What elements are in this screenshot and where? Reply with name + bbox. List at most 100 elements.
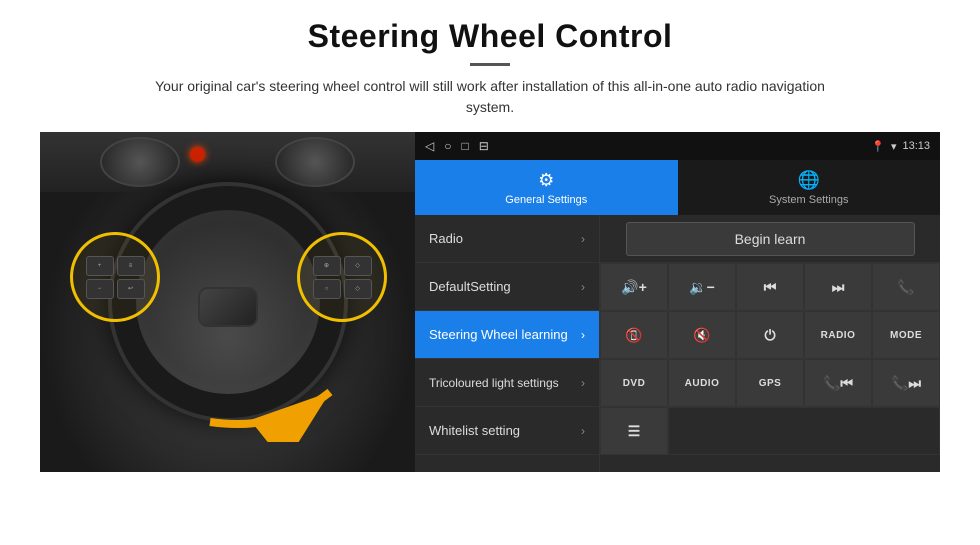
page-wrapper: Steering Wheel Control Your original car… — [0, 0, 980, 545]
mini-btn-1: + — [86, 256, 114, 276]
wifi-icon: ▾ — [891, 140, 897, 153]
menu-label-whitelist: Whitelist setting — [429, 423, 520, 438]
mini-btn-5: ⊕ — [313, 256, 341, 276]
begin-learn-row: Begin learn — [600, 215, 940, 263]
audio-label: AUDIO — [685, 378, 720, 389]
mini-btn-4: ↩ — [117, 279, 145, 299]
menu-label-steering: Steering Wheel learning — [429, 327, 568, 342]
control-grid-row3: DVD AUDIO GPS 📞⏮ 📞⏭ — [600, 359, 940, 407]
home-icon[interactable]: ○ — [444, 139, 451, 153]
tel-prev-button[interactable]: 📞⏮ — [804, 359, 872, 407]
control-grid-row1: 🔊+ 🔉− ⏮ ⏭ 📞 — [600, 263, 940, 311]
status-time: 13:13 — [902, 140, 930, 152]
mini-btn-3: − — [86, 279, 114, 299]
recent-icon[interactable]: □ — [461, 139, 468, 153]
mute-button[interactable]: 🔇 — [668, 311, 736, 359]
steering-hub — [198, 287, 258, 327]
audio-button[interactable]: AUDIO — [668, 359, 736, 407]
menu-label-default: DefaultSetting — [429, 279, 511, 294]
gauge-left — [100, 137, 180, 187]
tel-prev-icon: 📞⏮ — [823, 375, 853, 392]
next-track-button[interactable]: ⏭ — [804, 263, 872, 311]
tab-bar: ⚙ General Settings 🌐 System Settings — [415, 160, 940, 215]
radio-button[interactable]: RADIO — [804, 311, 872, 359]
tel-next-icon: 📞⏭ — [891, 375, 921, 392]
prev-track-button[interactable]: ⏮ — [736, 263, 804, 311]
chevron-icon-radio: › — [581, 232, 585, 246]
mini-btn-6: ◇ — [344, 256, 372, 276]
dvd-button[interactable]: DVD — [600, 359, 668, 407]
vol-down-button[interactable]: 🔉− — [668, 263, 736, 311]
mini-buttons-left: + ≡ − ↩ — [86, 256, 145, 299]
chevron-icon-tricoloured: › — [581, 376, 585, 390]
menu-list: Radio › DefaultSetting › Steering Wheel … — [415, 215, 600, 472]
hang-up-button[interactable]: 📵 — [600, 311, 668, 359]
tab-system-label: System Settings — [769, 194, 848, 206]
title-section: Steering Wheel Control Your original car… — [40, 18, 940, 132]
menu-item-steering[interactable]: Steering Wheel learning › — [415, 311, 599, 359]
settings-list-button[interactable]: ☰ — [600, 407, 668, 455]
hang-up-icon: 📵 — [625, 327, 642, 344]
status-bar: ◁ ○ □ ⊟ 📍 ▾ 13:13 — [415, 132, 940, 160]
title-divider — [470, 63, 510, 66]
menu-item-tricoloured[interactable]: Tricoloured light settings › — [415, 359, 599, 407]
gps-button[interactable]: GPS — [736, 359, 804, 407]
gps-label: GPS — [759, 378, 782, 389]
status-bar-left: ◁ ○ □ ⊟ — [425, 139, 489, 153]
menu-label-radio: Radio — [429, 231, 463, 246]
mode-button[interactable]: MODE — [872, 311, 940, 359]
back-icon[interactable]: ◁ — [425, 139, 434, 153]
phone-answer-icon: 📞 — [897, 279, 914, 296]
general-settings-icon: ⚙ — [538, 170, 554, 191]
control-grid-row2: 📵 🔇 ⏻ RADIO MODE — [600, 311, 940, 359]
begin-learn-button[interactable]: Begin learn — [626, 222, 915, 256]
tab-general[interactable]: ⚙ General Settings — [415, 160, 678, 215]
content-row: + ≡ − ↩ ⊕ ◇ ○ ◇ — [40, 132, 940, 472]
system-settings-icon: 🌐 — [798, 170, 820, 191]
mode-label: MODE — [890, 330, 922, 341]
phone-answer-button[interactable]: 📞 — [872, 263, 940, 311]
mute-icon: 🔇 — [693, 327, 710, 344]
vol-up-icon: 🔊+ — [621, 279, 647, 296]
power-icon: ⏻ — [764, 327, 775, 344]
empty-cell — [668, 407, 940, 455]
location-icon: 📍 — [871, 140, 885, 153]
chevron-icon-steering: › — [581, 328, 585, 342]
power-button[interactable]: ⏻ — [736, 311, 804, 359]
settings-list-icon: ☰ — [628, 423, 641, 440]
radio-label: RADIO — [821, 330, 856, 341]
mini-buttons-right: ⊕ ◇ ○ ◇ — [313, 256, 372, 299]
steering-wheel-image: + ≡ − ↩ ⊕ ◇ ○ ◇ — [40, 132, 415, 472]
status-bar-right: 📍 ▾ 13:13 — [871, 140, 930, 153]
steering-wheel-bg: + ≡ − ↩ ⊕ ◇ ○ ◇ — [40, 132, 415, 472]
tab-general-label: General Settings — [505, 194, 587, 206]
menu-icon[interactable]: ⊟ — [479, 139, 489, 153]
mini-btn-8: ◇ — [344, 279, 372, 299]
chevron-icon-default: › — [581, 280, 585, 294]
android-ui: ◁ ○ □ ⊟ 📍 ▾ 13:13 ⚙ General Settings — [415, 132, 940, 472]
tab-system[interactable]: 🌐 System Settings — [678, 160, 941, 215]
prev-icon: ⏮ — [764, 279, 777, 296]
tel-next-button[interactable]: 📞⏭ — [872, 359, 940, 407]
arrow-svg — [200, 362, 340, 442]
right-panel: Begin learn 🔊+ 🔉− ⏮ — [600, 215, 940, 472]
menu-item-radio[interactable]: Radio › — [415, 215, 599, 263]
gauge-right — [275, 137, 355, 187]
next-icon: ⏭ — [832, 279, 845, 296]
mini-btn-7: ○ — [313, 279, 341, 299]
vol-down-icon: 🔉− — [689, 279, 715, 296]
chevron-icon-whitelist: › — [581, 424, 585, 438]
button-cluster-right: ⊕ ◇ ○ ◇ — [297, 232, 387, 322]
button-cluster-left: + ≡ − ↩ — [70, 232, 160, 322]
page-title: Steering Wheel Control — [40, 18, 940, 55]
subtitle: Your original car's steering wheel contr… — [130, 76, 850, 118]
arrow-container — [200, 362, 340, 442]
menu-label-tricoloured: Tricoloured light settings — [429, 376, 559, 390]
vol-up-button[interactable]: 🔊+ — [600, 263, 668, 311]
menu-area: Radio › DefaultSetting › Steering Wheel … — [415, 215, 940, 472]
menu-item-default[interactable]: DefaultSetting › — [415, 263, 599, 311]
dvd-label: DVD — [623, 378, 646, 389]
menu-item-whitelist[interactable]: Whitelist setting › — [415, 407, 599, 455]
red-indicator — [190, 147, 205, 162]
mini-btn-2: ≡ — [117, 256, 145, 276]
